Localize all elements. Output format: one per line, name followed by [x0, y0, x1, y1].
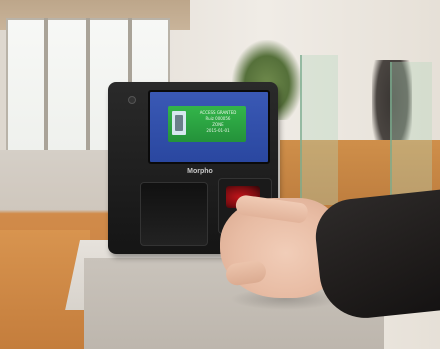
- window-mullion: [44, 18, 48, 163]
- door-icon: [172, 111, 186, 135]
- glass-gate: [300, 55, 338, 205]
- camera-icon: [128, 96, 136, 104]
- status-line-4: 2015-01-01: [206, 128, 230, 133]
- card-reader[interactable]: [140, 182, 208, 246]
- photo-scene: ACCESS GRANTED Ruiz 000056 ZONE 2015-01-…: [0, 0, 440, 349]
- window-mullion: [86, 18, 90, 163]
- brand-label: Morpho: [187, 168, 213, 175]
- jacket-sleeve: [312, 189, 440, 323]
- glass-gate: [390, 62, 432, 207]
